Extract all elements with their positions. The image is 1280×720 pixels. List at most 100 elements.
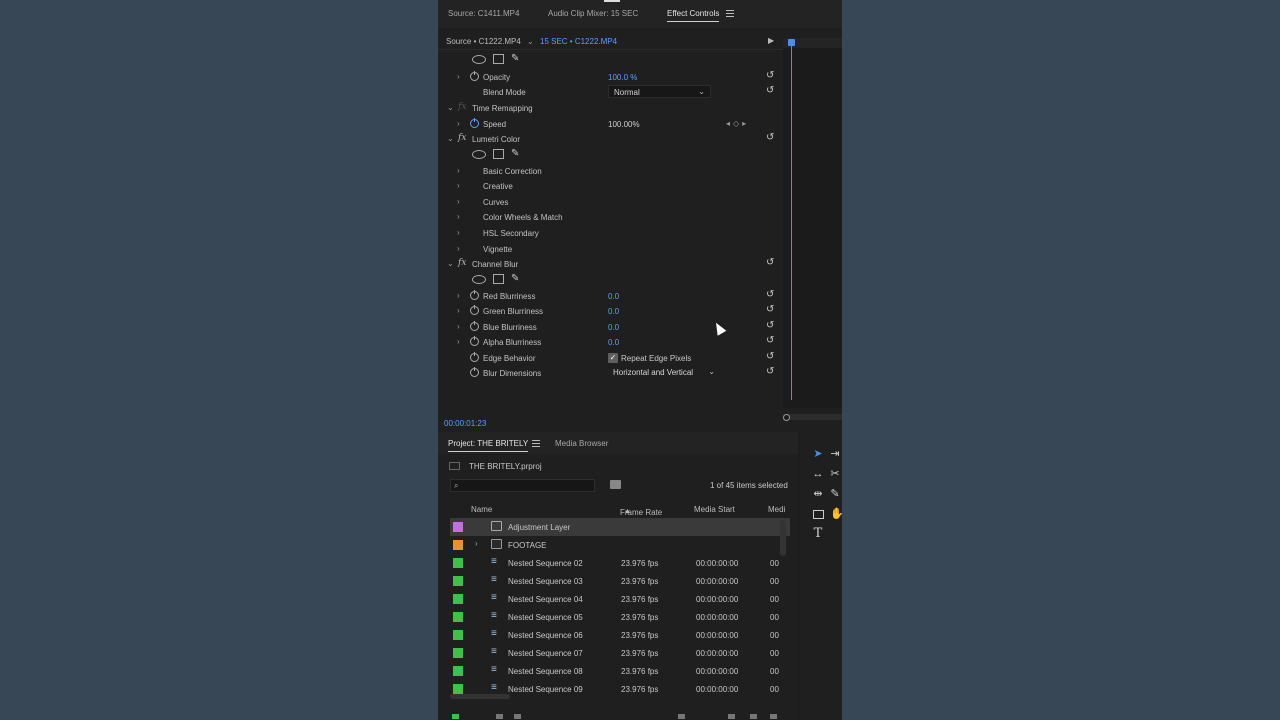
blur-dimensions-dropdown[interactable]: Horizontal and Vertical ⌄ [608, 366, 715, 379]
pen-mask-icon[interactable]: ✎ [511, 53, 519, 64]
label-color-swatch[interactable] [453, 576, 463, 586]
vertical-scrollbar[interactable] [780, 520, 786, 556]
list-item[interactable]: ≡ Nested Sequence 02 23.976 fps 00:00:00… [450, 554, 790, 572]
slip-icon[interactable]: ⇹ [811, 487, 825, 501]
rectangle-mask-icon[interactable] [493, 274, 504, 284]
stopwatch-icon[interactable] [470, 352, 479, 362]
chevron-right-icon[interactable]: › [457, 228, 460, 237]
tab-source[interactable]: Source: C1411.MP4 [448, 9, 519, 18]
stopwatch-icon[interactable] [470, 118, 479, 128]
timeline-zoom-bar[interactable] [783, 414, 842, 421]
timecode[interactable]: 00:00:01:23 [444, 419, 486, 428]
stopwatch-icon[interactable] [470, 305, 479, 315]
label-color-swatch[interactable] [453, 612, 463, 622]
chevron-right-icon[interactable]: › [457, 181, 460, 190]
keyframe-navigator-icon[interactable]: ◂◇▸ [726, 119, 749, 128]
trash-icon[interactable] [770, 714, 777, 719]
label-color-swatch[interactable] [453, 558, 463, 568]
chevron-down-icon[interactable]: ⌄ [447, 259, 454, 268]
param-value[interactable]: 0.0 [608, 323, 619, 332]
new-search-bin-icon[interactable] [610, 480, 621, 489]
column-media-end[interactable]: Medi [768, 505, 785, 514]
stopwatch-icon[interactable] [470, 336, 479, 346]
effect-timeline[interactable] [783, 38, 842, 421]
ellipse-mask-icon[interactable] [472, 275, 486, 284]
ellipse-mask-icon[interactable] [472, 150, 486, 159]
list-item[interactable]: ≡ Nested Sequence 06 23.976 fps 00:00:00… [450, 626, 790, 644]
horizontal-scrollbar[interactable] [450, 694, 510, 699]
reset-icon[interactable]: ↺ [766, 336, 776, 346]
list-view-icon[interactable] [452, 714, 459, 719]
fx-icon[interactable]: fx [458, 258, 466, 268]
stopwatch-icon[interactable] [470, 71, 479, 81]
list-item[interactable]: ≡ Nested Sequence 04 23.976 fps 00:00:00… [450, 590, 790, 608]
reset-icon[interactable]: ↺ [766, 258, 776, 268]
new-bin-icon[interactable] [728, 714, 735, 719]
param-value[interactable]: 0.0 [608, 292, 619, 301]
opacity-value[interactable]: 100.0 % [608, 73, 637, 82]
param-value[interactable]: 0.0 [608, 307, 619, 316]
stopwatch-icon[interactable] [470, 367, 479, 377]
chevron-right-icon[interactable]: › [457, 337, 460, 346]
chevron-right-icon[interactable]: › [457, 291, 460, 300]
fx-icon[interactable]: fx [458, 102, 466, 112]
selection-tool-icon[interactable]: ➤ [811, 447, 825, 461]
icon-view-icon[interactable] [496, 714, 503, 719]
label-color-swatch[interactable] [453, 540, 463, 550]
razor-icon[interactable]: ✂ [830, 467, 840, 481]
repeat-edge-pixels-checkbox[interactable]: ✓ [608, 353, 618, 363]
list-item[interactable]: ≡ Nested Sequence 08 23.976 fps 00:00:00… [450, 662, 790, 680]
column-media-start[interactable]: Media Start [694, 505, 735, 514]
chevron-down-icon[interactable]: ⌄ [447, 134, 454, 143]
reset-icon[interactable]: ↺ [766, 71, 776, 81]
pen-mask-icon[interactable]: ✎ [511, 148, 519, 159]
chevron-right-icon[interactable]: › [457, 166, 460, 175]
blend-mode-dropdown[interactable]: Normal ⌄ [608, 85, 711, 98]
list-item[interactable]: ≡ Nested Sequence 07 23.976 fps 00:00:00… [450, 644, 790, 662]
reset-icon[interactable]: ↺ [766, 133, 776, 143]
pen-icon[interactable]: ✎ [830, 487, 840, 501]
reset-icon[interactable]: ↺ [766, 321, 776, 331]
type-icon[interactable]: T [811, 527, 825, 541]
reset-icon[interactable]: ↺ [766, 352, 776, 362]
chevron-right-icon[interactable]: › [457, 322, 460, 331]
chevron-right-icon[interactable]: › [457, 197, 460, 206]
reset-icon[interactable]: ↺ [766, 305, 776, 315]
pen-mask-icon[interactable]: ✎ [511, 273, 519, 284]
stopwatch-icon[interactable] [470, 321, 479, 331]
rectangle-mask-icon[interactable] [493, 149, 504, 159]
chevron-right-icon[interactable]: › [457, 212, 460, 221]
chevron-right-icon[interactable]: › [457, 306, 460, 315]
label-color-swatch[interactable] [453, 522, 463, 532]
chevron-right-icon[interactable]: › [475, 539, 478, 548]
freeform-view-icon[interactable] [514, 714, 521, 719]
list-item[interactable]: ≡ Nested Sequence 03 23.976 fps 00:00:00… [450, 572, 790, 590]
ellipse-mask-icon[interactable] [472, 55, 486, 64]
label-color-swatch[interactable] [453, 684, 463, 694]
label-color-swatch[interactable] [453, 666, 463, 676]
tab-effect-controls[interactable]: Effect Controls [667, 9, 720, 22]
reset-icon[interactable]: ↺ [766, 367, 776, 377]
label-color-swatch[interactable] [453, 630, 463, 640]
column-name[interactable]: Name [471, 505, 492, 514]
stopwatch-icon[interactable] [470, 290, 479, 300]
speed-value[interactable]: 100.00% [608, 120, 640, 129]
hand-icon[interactable]: ✋ [830, 507, 842, 521]
label-color-swatch[interactable] [453, 594, 463, 604]
tab-project[interactable]: Project: THE BRITELY [448, 439, 529, 452]
rectangle-icon[interactable] [813, 510, 824, 519]
list-item[interactable]: ≡ Nested Sequence 05 23.976 fps 00:00:00… [450, 608, 790, 626]
find-icon[interactable] [678, 714, 685, 719]
list-item[interactable]: Adjustment Layer [450, 518, 790, 536]
chevron-right-icon[interactable]: › [457, 119, 460, 128]
param-value[interactable]: 0.0 [608, 338, 619, 347]
ripple-edit-icon[interactable]: ↔ [811, 467, 825, 481]
search-input[interactable]: ⌕ [450, 479, 595, 492]
list-item[interactable]: › FOOTAGE [450, 536, 790, 554]
chevron-right-icon[interactable]: › [457, 244, 460, 253]
tab-audio-clip-mixer[interactable]: Audio Clip Mixer: 15 SEC [548, 9, 638, 18]
new-item-icon[interactable] [750, 714, 757, 719]
panel-menu-icon[interactable] [532, 439, 540, 448]
chevron-right-icon[interactable]: › [457, 72, 460, 81]
rectangle-mask-icon[interactable] [493, 54, 504, 64]
